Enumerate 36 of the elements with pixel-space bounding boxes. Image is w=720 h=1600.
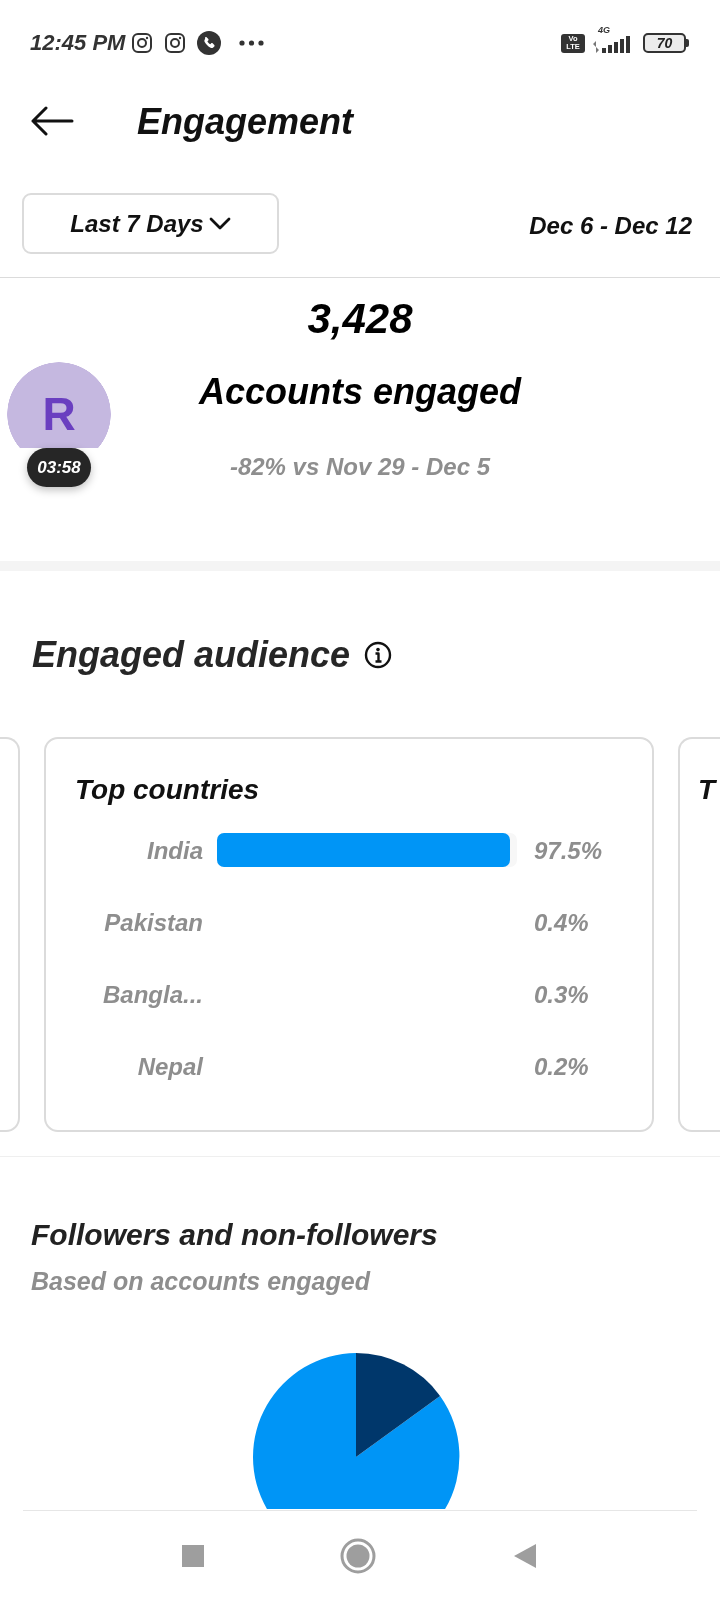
metric-label: Accounts engaged [198,370,522,413]
instagram-icon [165,33,186,53]
recents-icon[interactable] [182,1544,204,1567]
card-title: Top countries [75,773,260,807]
chevron-down-icon [208,217,231,230]
instagram-icon [132,33,153,53]
phone-icon [197,31,222,55]
page-title: Engagement [137,99,354,143]
status-time: 12:45 PM [30,30,126,56]
info-icon[interactable] [364,640,393,669]
section-title: Engaged audience [32,633,351,676]
timer-badge: 03:58 [27,448,91,487]
share-value: 0.2% [534,1051,589,1081]
country-name: Nepal [137,1051,203,1081]
section-title: Followers and non-followers [31,1217,438,1253]
metric-value: 3,428 [307,294,413,344]
share-value: 97.5% [534,835,603,865]
battery-tip-icon [686,39,689,47]
back-arrow-icon[interactable] [30,106,74,136]
share-value: 0.3% [534,979,589,1009]
section-subtitle: Based on accounts engaged [31,1266,370,1296]
country-name: Bangla... [102,979,203,1009]
battery-indicator: 70 [643,33,686,53]
network-type-label: 4G [598,25,610,35]
avatar[interactable]: R [7,362,111,448]
date-range: Dec 6 - Dec 12 [529,211,692,240]
country-name: India [147,835,203,865]
share-value: 0.4% [534,907,589,937]
country-name: Pakistan [104,907,203,937]
home-icon[interactable] [340,1537,376,1574]
comparison-text: -82% vs Nov 29 - Dec 5 [229,452,491,481]
more-dots-icon [239,40,265,46]
period-dropdown[interactable]: Last 7 Days [22,193,279,254]
card-title: T [698,773,716,807]
back-icon[interactable] [514,1543,536,1568]
signal-icon [592,34,632,53]
